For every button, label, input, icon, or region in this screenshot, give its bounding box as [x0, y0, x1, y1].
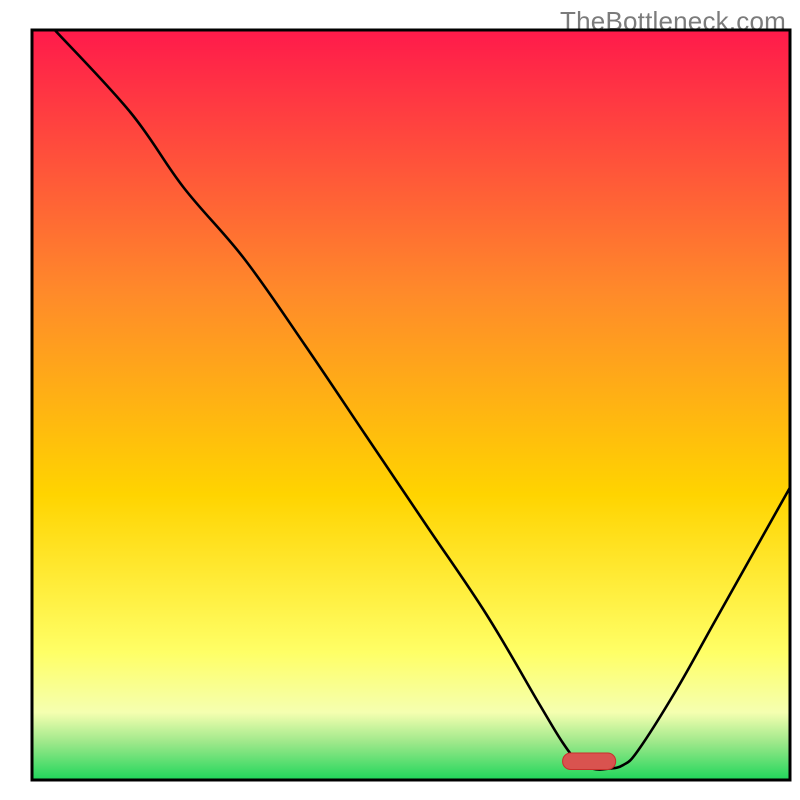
- bottleneck-chart: [0, 0, 800, 800]
- optimal-marker: [563, 753, 616, 770]
- plot-background: [32, 30, 790, 780]
